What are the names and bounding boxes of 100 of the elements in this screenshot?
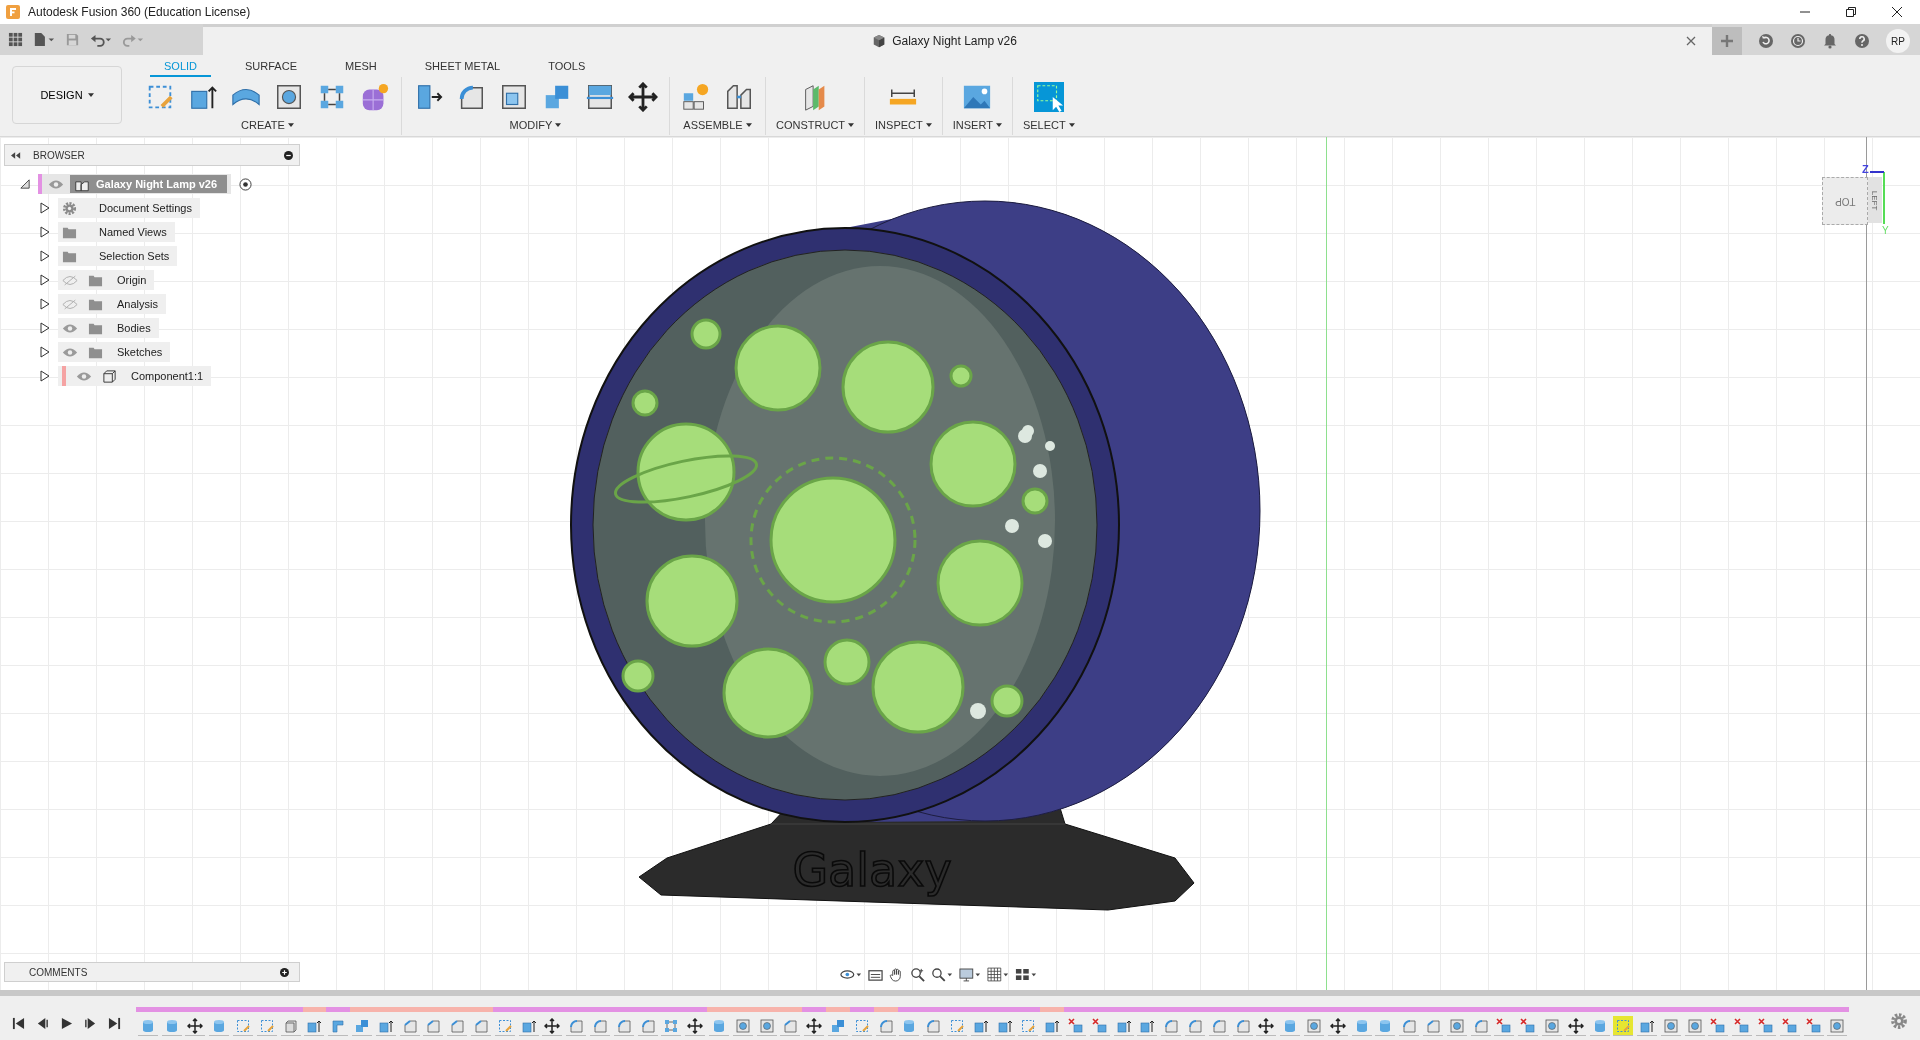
sketch-icon — [949, 1017, 965, 1034]
group-menu-button[interactable]: CONSTRUCT — [776, 119, 855, 131]
display-icon[interactable] — [959, 967, 981, 982]
tree-item-label: Galaxy Night Lamp v26 — [96, 178, 218, 190]
pan-hand-icon[interactable] — [889, 967, 904, 982]
save-icon[interactable] — [65, 32, 80, 47]
hidden-eye-icon[interactable] — [62, 274, 78, 286]
eye-icon[interactable] — [48, 178, 64, 190]
panel-title: BROWSER — [33, 149, 86, 161]
sketch-icon — [258, 1017, 275, 1034]
fillet-icon — [1472, 1017, 1489, 1034]
chamfer-icon — [425, 1017, 442, 1034]
group-menu-button[interactable]: INSERT — [952, 119, 1002, 131]
grid-icon[interactable] — [987, 967, 1009, 982]
tree-item[interactable]: Selection Sets — [58, 246, 178, 266]
user-avatar[interactable]: RP — [1886, 29, 1910, 53]
toolbar-tab[interactable]: TOOLS — [534, 60, 600, 77]
combine-icon — [354, 1017, 371, 1034]
timeline-feature[interactable] — [542, 1016, 563, 1036]
expand-triangle-icon[interactable] — [40, 322, 50, 334]
eye-icon[interactable] — [76, 370, 92, 382]
zoom-icon[interactable] — [910, 967, 925, 982]
bell-icon[interactable] — [1822, 33, 1838, 49]
tree-item[interactable]: Document Settings — [58, 198, 200, 218]
tree-item[interactable]: Analysis — [58, 294, 166, 314]
group-menu-button[interactable]: CREATE — [241, 119, 294, 131]
expand-triangle-icon[interactable] — [40, 202, 50, 214]
pattern-icon — [663, 1017, 680, 1034]
skip-to-end-icon[interactable] — [108, 1017, 121, 1030]
expand-triangle-icon[interactable] — [40, 370, 50, 382]
activate-radio-icon[interactable] — [239, 177, 253, 191]
axis-label: Y — [1882, 225, 1889, 236]
expanded-triangle-icon[interactable] — [20, 178, 30, 190]
apps-grid-icon[interactable] — [8, 32, 23, 47]
help-icon[interactable] — [1854, 33, 1870, 49]
add-comment-icon[interactable] — [280, 967, 289, 977]
sketch-icon — [235, 1017, 252, 1034]
eye-icon[interactable] — [62, 322, 78, 334]
restore-icon — [1845, 6, 1857, 18]
document-tab[interactable]: Galaxy Night Lamp v26 — [203, 27, 1712, 55]
timeline-feature[interactable] — [1565, 1016, 1586, 1036]
move-arrows-icon — [544, 1017, 561, 1034]
lamp-model-drawing[interactable] — [570, 200, 1261, 911]
toolbar-tab[interactable]: SHEET METAL — [410, 60, 515, 77]
skip-to-start-icon[interactable] — [12, 1017, 25, 1030]
eye-icon[interactable] — [62, 346, 78, 358]
group-menu-button[interactable]: MODIFY — [509, 119, 562, 131]
tree-item[interactable]: Bodies — [58, 318, 159, 338]
step-back-icon[interactable] — [36, 1017, 49, 1030]
close-icon — [1891, 6, 1903, 18]
app-logo-icon — [6, 5, 20, 19]
tool-button[interactable] — [627, 81, 659, 113]
toolbar-tab[interactable]: MESH — [331, 60, 391, 77]
expand-triangle-icon[interactable] — [40, 226, 50, 238]
toolbar-tab[interactable]: SURFACE — [231, 60, 311, 77]
timeline-feature[interactable] — [1256, 1016, 1277, 1036]
file-menu-icon[interactable] — [33, 32, 55, 47]
group-menu-button[interactable]: INSPECT — [875, 119, 932, 131]
tree-item[interactable]: Named Views — [58, 222, 175, 242]
expand-triangle-icon[interactable] — [40, 250, 50, 262]
hidden-eye-icon[interactable] — [62, 298, 78, 310]
orbit-icon[interactable] — [840, 967, 862, 982]
timeline-feature[interactable] — [1327, 1016, 1348, 1036]
workspace-dropdown[interactable]: DESIGN — [12, 66, 122, 124]
viewports-icon[interactable] — [1015, 967, 1037, 982]
view-cube[interactable]: TOP LEFT Z Y — [1818, 163, 1898, 243]
hole-icon — [734, 1017, 751, 1034]
cylinder-icon — [711, 1017, 727, 1034]
form-icon — [360, 82, 390, 112]
tree-item[interactable]: Origin — [58, 270, 155, 290]
new-tab-button[interactable] — [1712, 27, 1742, 55]
refresh-icon[interactable] — [1758, 33, 1774, 49]
tree-item[interactable]: Sketches — [58, 342, 171, 362]
group-menu-button[interactable]: SELECT — [1022, 119, 1075, 131]
group-menu-button[interactable]: ASSEMBLE — [683, 119, 752, 131]
timeline-feature[interactable] — [804, 1016, 825, 1036]
redo-icon[interactable] — [122, 32, 144, 47]
hole-icon — [758, 1017, 775, 1034]
axis-label: Z — [1862, 163, 1869, 175]
clock-icon[interactable] — [1790, 33, 1806, 49]
play-icon[interactable] — [60, 1017, 73, 1030]
caret-icon — [555, 123, 562, 127]
tree-item-label: Sketches — [116, 346, 163, 358]
expand-triangle-icon[interactable] — [40, 274, 50, 286]
caret-icon — [995, 123, 1002, 127]
expand-triangle-icon[interactable] — [40, 346, 50, 358]
collapse-icon[interactable] — [11, 151, 21, 159]
delete-feature-icon — [1710, 1017, 1727, 1034]
undo-icon[interactable] — [90, 32, 112, 47]
close-tab-icon[interactable] — [1686, 36, 1696, 46]
timeline-feature[interactable] — [685, 1016, 706, 1036]
look-at-icon[interactable] — [868, 967, 883, 982]
hole-icon — [1543, 1017, 1560, 1034]
zoom-window-icon[interactable] — [931, 967, 953, 982]
fillet-icon — [1210, 1017, 1227, 1034]
tree-item[interactable]: Component1:1 — [58, 366, 212, 386]
timeline-feature[interactable] — [185, 1016, 206, 1036]
minus-circle-icon[interactable] — [284, 150, 293, 160]
step-forward-icon[interactable] — [84, 1017, 97, 1030]
expand-triangle-icon[interactable] — [40, 298, 50, 310]
